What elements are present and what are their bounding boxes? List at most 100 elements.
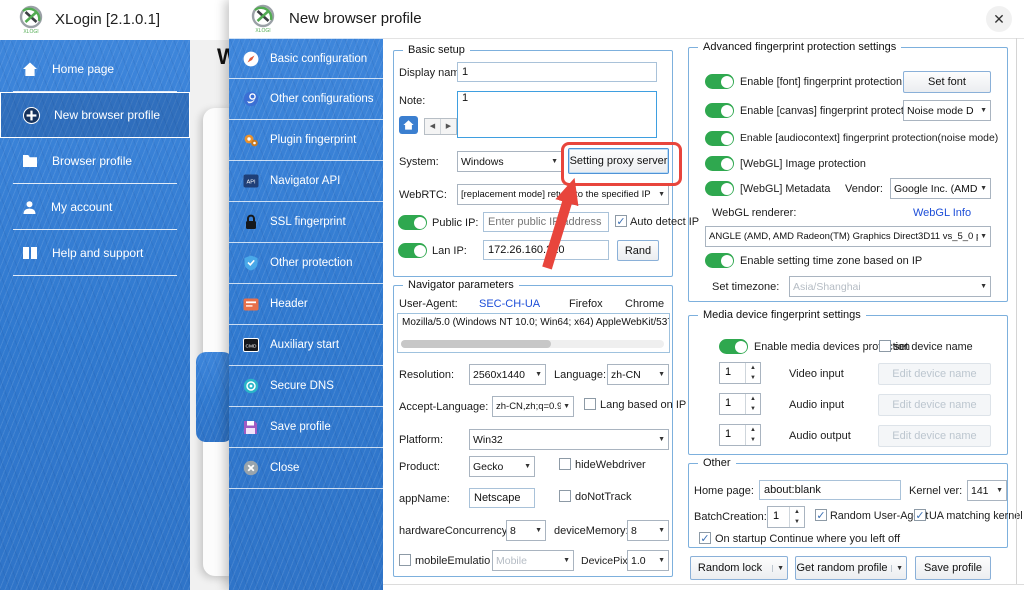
- nav-item-other-protection[interactable]: Other protection: [229, 243, 383, 284]
- lan-ip-input[interactable]: [483, 240, 609, 260]
- nav-item-auxiliary-start[interactable]: CMD Auxiliary start: [229, 325, 383, 366]
- sidebar-item-help-and-support[interactable]: Help and support: [0, 230, 190, 276]
- timezone-by-ip-label: Enable setting time zone based on IP: [740, 255, 922, 267]
- resolution-select[interactable]: 2560x1440 ▼: [469, 364, 546, 385]
- spinner-up-icon[interactable]: ▲: [746, 363, 760, 373]
- webgl-image-toggle[interactable]: [705, 156, 734, 171]
- spinner-down-icon[interactable]: ▼: [746, 404, 760, 414]
- nav-item-save-profile[interactable]: Save profile: [229, 407, 383, 448]
- save-profile-button[interactable]: Save profile: [915, 556, 991, 580]
- sidebar-item-home-page[interactable]: Home page: [0, 46, 190, 92]
- home-page-icon-button[interactable]: [399, 116, 418, 134]
- spinner-up-icon[interactable]: ▲: [790, 507, 804, 517]
- rand-button[interactable]: Rand: [617, 240, 659, 261]
- device-memory-select[interactable]: 8 ▼: [627, 520, 669, 541]
- next-note-button[interactable]: ▶: [440, 119, 456, 134]
- sidebar-item-label: My account: [51, 200, 112, 214]
- sidebar-item-new-browser-profile[interactable]: New browser profile: [0, 92, 190, 138]
- set-device-name-checkbox[interactable]: [879, 340, 891, 352]
- group-legend: Advanced fingerprint protection settings: [698, 41, 901, 53]
- audio-input-count-stepper[interactable]: 1 ▲▼: [719, 393, 761, 415]
- svg-text:API: API: [246, 180, 255, 186]
- nav-item-close[interactable]: Close: [229, 448, 383, 489]
- spinner-up-icon[interactable]: ▲: [746, 394, 760, 404]
- user-agent-box[interactable]: Mozilla/5.0 (Windows NT 10.0; Win64; x64…: [397, 313, 670, 353]
- home-page-input[interactable]: [759, 480, 901, 500]
- webrtc-label: WebRTC:: [399, 189, 447, 201]
- video-input-count-stepper[interactable]: 1 ▲▼: [719, 362, 761, 384]
- hardware-concurrency-select[interactable]: 8 ▼: [506, 520, 546, 541]
- nav-item-other-configurations[interactable]: Other configurations: [229, 79, 383, 120]
- sidebar-item-my-account[interactable]: My account: [0, 184, 190, 230]
- spinner-down-icon[interactable]: ▼: [746, 373, 760, 383]
- edit-audio-output-device-button[interactable]: Edit device name: [878, 425, 991, 447]
- webgl-info-link[interactable]: WebGL Info: [913, 207, 971, 219]
- public-ip-input[interactable]: [483, 212, 609, 232]
- nav-item-secure-dns[interactable]: Secure DNS: [229, 366, 383, 407]
- webrtc-select[interactable]: [replacement mode] return to the specifi…: [457, 184, 669, 205]
- prev-note-button[interactable]: ◀: [425, 119, 440, 134]
- get-random-profile-button[interactable]: Get random profile ▼: [795, 556, 907, 580]
- audio-output-count-stepper[interactable]: 1 ▲▼: [719, 424, 761, 446]
- platform-select[interactable]: Win32 ▼: [469, 429, 669, 450]
- kernel-ver-select[interactable]: 141 ▼: [967, 480, 1007, 501]
- mobile-emulation-checkbox[interactable]: [399, 554, 411, 566]
- do-not-track-checkbox[interactable]: [559, 490, 571, 502]
- nav-item-navigator-api[interactable]: API Navigator API: [229, 161, 383, 202]
- spinner-down-icon[interactable]: ▼: [790, 517, 804, 527]
- sidebar-item-browser-profile[interactable]: Browser profile: [0, 138, 190, 184]
- ua-scrollbar-track[interactable]: [401, 340, 664, 348]
- nav-item-ssl-fingerprint[interactable]: SSL fingerprint: [229, 202, 383, 243]
- note-textarea[interactable]: 1: [457, 91, 657, 138]
- mobile-emulation-select[interactable]: Mobile ▼: [492, 550, 574, 571]
- hide-webdriver-checkbox[interactable]: [559, 458, 571, 470]
- chevron-down-icon[interactable]: ▼: [772, 565, 784, 572]
- canvas-noise-mode-select[interactable]: Noise mode D ▼: [903, 100, 991, 121]
- random-lock-button[interactable]: Random lock ▼: [690, 556, 788, 580]
- timezone-by-ip-toggle[interactable]: [705, 253, 734, 268]
- webgl-metadata-toggle[interactable]: [705, 181, 734, 196]
- nav-item-basic-configuration[interactable]: Basic configuration: [229, 38, 383, 79]
- lang-based-on-ip-checkbox[interactable]: [584, 398, 596, 410]
- random-user-agent-checkbox[interactable]: ✓: [815, 509, 827, 521]
- product-select[interactable]: Gecko ▼: [469, 456, 535, 477]
- lan-ip-toggle[interactable]: [398, 243, 427, 258]
- display-name-input[interactable]: [457, 62, 657, 82]
- spinner-down-icon[interactable]: ▼: [746, 435, 760, 445]
- appname-input[interactable]: [469, 488, 535, 508]
- auto-detect-ip-checkbox[interactable]: ✓: [615, 215, 627, 227]
- vendor-select[interactable]: Google Inc. (AMD ▼: [890, 178, 991, 199]
- nav-item-label: Auxiliary start: [270, 339, 339, 351]
- set-font-button[interactable]: Set font: [903, 71, 991, 93]
- nav-item-header[interactable]: Header: [229, 284, 383, 325]
- chrome-link[interactable]: Chrome: [625, 298, 664, 310]
- edit-audio-input-device-button[interactable]: Edit device name: [878, 394, 991, 416]
- media-devices-toggle[interactable]: [719, 339, 748, 354]
- chevron-down-icon[interactable]: ▼: [891, 565, 903, 572]
- font-protection-toggle[interactable]: [705, 74, 734, 89]
- user-icon: [22, 200, 37, 215]
- dialog-nav: Basic configuration Other configurations…: [229, 38, 383, 590]
- accept-language-select[interactable]: zh-CN,zh;q=0.9 ▼: [492, 396, 574, 417]
- language-select[interactable]: zh-CN ▼: [607, 364, 669, 385]
- set-timezone-label: Set timezone:: [712, 281, 779, 293]
- spinner-up-icon[interactable]: ▲: [746, 425, 760, 435]
- device-pixel-ratio-select[interactable]: 1.0 ▼: [627, 550, 669, 571]
- set-timezone-select[interactable]: Asia/Shanghai ▼: [789, 276, 991, 297]
- sidebar-item-label: Home page: [52, 62, 114, 76]
- close-icon[interactable]: ✕: [986, 6, 1012, 32]
- audiocontext-protection-toggle[interactable]: [705, 131, 734, 146]
- nav-item-plugin-fingerprint[interactable]: Plugin fingerprint: [229, 120, 383, 161]
- batch-creation-stepper[interactable]: 1 ▲▼: [767, 506, 805, 528]
- system-select[interactable]: Windows ▼: [457, 151, 562, 172]
- canvas-protection-toggle[interactable]: [705, 103, 734, 118]
- sec-ch-ua-link[interactable]: SEC-CH-UA: [479, 298, 540, 310]
- startup-continue-checkbox[interactable]: ✓: [699, 532, 711, 544]
- ua-matching-kernel-checkbox[interactable]: ✓: [914, 509, 926, 521]
- ua-scrollbar-thumb[interactable]: [401, 340, 551, 348]
- firefox-link[interactable]: Firefox: [569, 298, 603, 310]
- public-ip-toggle[interactable]: [398, 215, 427, 230]
- main-titlebar: XLOGI XLogin [2.1.0.1]: [0, 0, 240, 41]
- edit-video-device-button[interactable]: Edit device name: [878, 363, 991, 385]
- webgl-renderer-select[interactable]: ANGLE (AMD, AMD Radeon(TM) Graphics Dire…: [705, 226, 991, 247]
